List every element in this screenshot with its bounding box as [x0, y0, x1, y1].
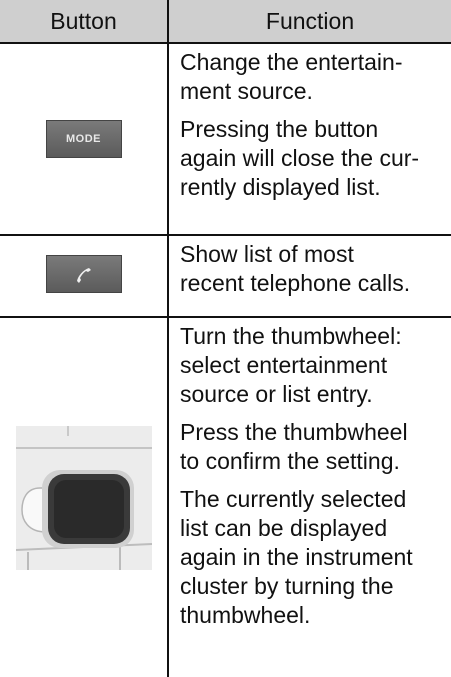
function-text: Press the thumbwheel to confirm the setti…	[180, 419, 408, 474]
telephone-button	[45, 254, 122, 293]
function-text: Pressing the button again will close the …	[180, 116, 420, 200]
function-cell: Change the entertain-ment source. Pressi…	[168, 43, 451, 236]
header-function: Function	[168, 0, 451, 44]
function-cell: Show list of most recent telephone calls.	[168, 235, 451, 318]
table-row: Show list of most recent telephone calls.	[0, 235, 451, 318]
table-row: Turn the thumbwheel: select entertainment…	[0, 317, 451, 677]
mode-button: MODE	[45, 120, 122, 158]
function-cell: Turn the thumbwheel: select entertainment…	[168, 317, 451, 677]
thumbwheel-photo	[15, 425, 152, 570]
button-function-table: Button Function MODE Change the entertai…	[0, 0, 451, 677]
button-cell: MODE	[0, 43, 169, 236]
function-text: Turn the thumbwheel: select entertainment…	[180, 323, 402, 407]
header-button: Button	[0, 0, 169, 44]
telephone-handset-icon	[76, 267, 91, 283]
table-row: MODE Change the entertain-ment source. P…	[0, 43, 451, 236]
function-text: The currently selected list can be displa…	[180, 486, 413, 628]
button-cell	[0, 317, 169, 677]
function-text: Show list of most recent telephone calls.	[180, 241, 411, 296]
button-cell	[0, 235, 169, 318]
function-text: Change the entertain-ment source.	[180, 49, 403, 104]
